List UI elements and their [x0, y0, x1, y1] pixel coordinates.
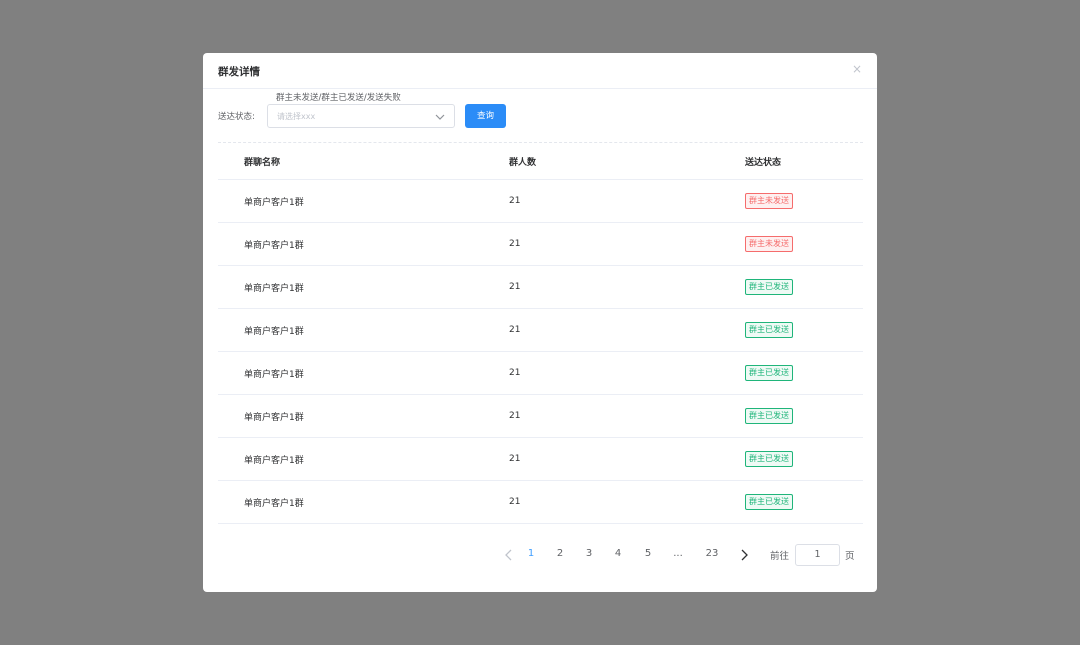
- chevron-right-icon[interactable]: [739, 549, 749, 561]
- status-badge: 群主已发送: [745, 494, 793, 510]
- member-count: 21: [509, 325, 521, 335]
- table-header: 群聊名称 群人数 送达状态: [218, 143, 863, 180]
- page-ellipsis[interactable]: ...: [670, 548, 686, 559]
- column-header-name: 群聊名称: [244, 157, 281, 168]
- page-3[interactable]: 3: [581, 548, 597, 559]
- goto-label: 前往: [770, 551, 790, 562]
- chevron-left-icon[interactable]: [504, 549, 514, 561]
- dialog-title: 群发详情: [218, 66, 260, 78]
- table-row: 单商户客户1群 21 群主已发送: [218, 438, 863, 481]
- group-name: 单商户客户1群: [244, 326, 304, 337]
- query-button[interactable]: 查询: [465, 104, 506, 128]
- table-row: 单商户客户1群 21 群主已发送: [218, 395, 863, 438]
- status-hint: 群主未发送/群主已发送/发送失败: [276, 93, 401, 103]
- status-select-placeholder: 请选择xxx: [277, 112, 316, 121]
- status-select[interactable]: 请选择xxx: [267, 104, 455, 128]
- close-icon[interactable]: ×: [851, 63, 863, 75]
- member-count: 21: [509, 454, 521, 464]
- member-count: 21: [509, 196, 521, 206]
- column-header-count: 群人数: [509, 157, 537, 168]
- table-row: 单商户客户1群 21 群主已发送: [218, 481, 863, 524]
- table-row: 单商户客户1群 21 群主已发送: [218, 266, 863, 309]
- page-1[interactable]: 1: [523, 548, 539, 559]
- group-name: 单商户客户1群: [244, 369, 304, 380]
- group-name: 单商户客户1群: [244, 455, 304, 466]
- member-count: 21: [509, 368, 521, 378]
- status-cell: 群主已发送: [745, 395, 793, 437]
- dialog-header: 群发详情 ×: [203, 53, 877, 89]
- status-filter-label: 送达状态:: [218, 112, 255, 122]
- group-table: 群聊名称 群人数 送达状态 单商户客户1群 21 群主未发送 单商户客户1群 21 群主未…: [218, 143, 863, 524]
- member-count: 21: [509, 411, 521, 421]
- status-badge: 群主已发送: [745, 451, 793, 467]
- column-header-status: 送达状态: [745, 157, 782, 168]
- status-badge: 群主已发送: [745, 322, 793, 338]
- table-row: 单商户客户1群 21 群主已发送: [218, 352, 863, 395]
- status-badge: 群主已发送: [745, 365, 793, 381]
- status-cell: 群主未发送: [745, 223, 793, 265]
- group-name: 单商户客户1群: [244, 498, 304, 509]
- status-badge: 群主未发送: [745, 236, 793, 252]
- table-row: 单商户客户1群 21 群主已发送: [218, 309, 863, 352]
- page-5[interactable]: 5: [640, 548, 656, 559]
- status-badge: 群主已发送: [745, 408, 793, 424]
- status-cell: 群主已发送: [745, 352, 793, 394]
- status-cell: 群主已发送: [745, 481, 793, 523]
- status-cell: 群主已发送: [745, 309, 793, 351]
- table-row: 单商户客户1群 21 群主未发送: [218, 180, 863, 223]
- dialog: 群发详情 × 群主未发送/群主已发送/发送失败 送达状态: 请选择xxx 查询 …: [203, 53, 877, 592]
- table-row: 单商户客户1群 21 群主未发送: [218, 223, 863, 266]
- member-count: 21: [509, 239, 521, 249]
- page-23[interactable]: 23: [702, 548, 722, 559]
- pagination: 1 2 3 4 5 ... 23 前往 1 页: [203, 544, 877, 568]
- status-cell: 群主未发送: [745, 180, 793, 222]
- status-cell: 群主已发送: [745, 266, 793, 308]
- member-count: 21: [509, 282, 521, 292]
- goto-suffix: 页: [845, 551, 855, 562]
- status-cell: 群主已发送: [745, 438, 793, 480]
- group-name: 单商户客户1群: [244, 283, 304, 294]
- page-4[interactable]: 4: [610, 548, 626, 559]
- group-name: 单商户客户1群: [244, 412, 304, 423]
- group-name: 单商户客户1群: [244, 197, 304, 208]
- goto-page-input[interactable]: 1: [795, 544, 840, 566]
- chevron-down-icon: [435, 114, 445, 120]
- group-name: 单商户客户1群: [244, 240, 304, 251]
- page-2[interactable]: 2: [552, 548, 568, 559]
- status-badge: 群主未发送: [745, 193, 793, 209]
- member-count: 21: [509, 497, 521, 507]
- status-badge: 群主已发送: [745, 279, 793, 295]
